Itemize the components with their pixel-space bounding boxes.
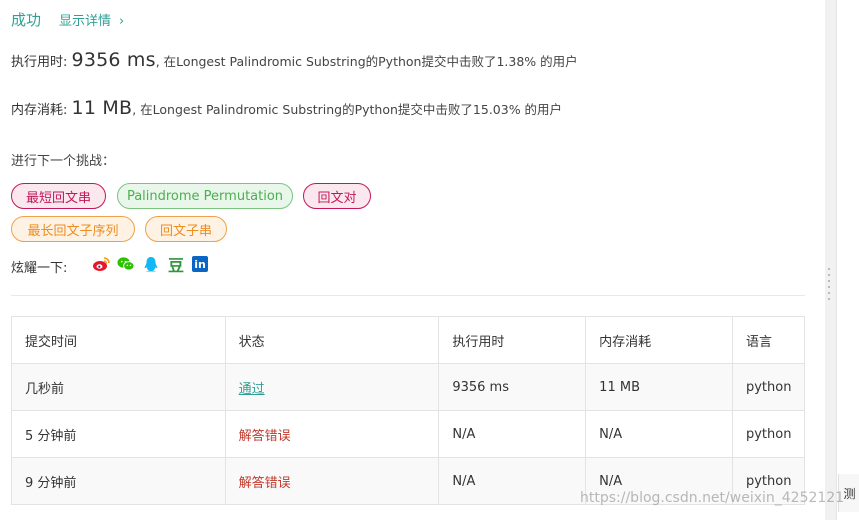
wechat-icon[interactable]: [117, 255, 135, 273]
header-submit-time: 提交时间: [11, 316, 226, 364]
status-link[interactable]: 解答错误: [239, 476, 291, 491]
cell-status: 解答错误: [224, 410, 440, 458]
submission-result-panel: 成功 显示详情 › 执行用时: 9356 ms, 在Longest Palindr…: [0, 0, 825, 520]
drag-handle-icon[interactable]: [828, 268, 830, 300]
qq-icon[interactable]: [142, 255, 160, 273]
header-status: 状态: [224, 316, 440, 364]
memory-desc: , 在Longest Palindromic Substring的Python提…: [132, 102, 563, 117]
runtime-desc: , 在Longest Palindromic Substring的Python提…: [155, 54, 578, 69]
status-row: 成功 显示详情 ›: [11, 9, 124, 30]
weibo-icon[interactable]: [92, 255, 110, 273]
status-link[interactable]: 通过: [239, 382, 265, 397]
submissions-table: 提交时间 状态 执行用时 内存消耗 语言 几秒前 通过 9356 ms 11 M…: [11, 316, 806, 505]
status-result: 成功: [11, 11, 42, 29]
cell-memory: 11 MB: [585, 363, 733, 411]
challenge-tag-longest-palindromic-subsequence[interactable]: 最长回文子序列: [11, 216, 135, 242]
cell-submit-time: 几秒前: [11, 363, 226, 411]
panel-divider: [836, 0, 837, 520]
table-row: 几秒前 通过 9356 ms 11 MB python: [11, 363, 806, 411]
challenge-tag-shortest-palindrome[interactable]: 最短回文串: [11, 183, 106, 209]
cell-runtime: 9356 ms: [438, 363, 587, 411]
cell-status: 解答错误: [224, 457, 440, 505]
cell-runtime: N/A: [438, 457, 587, 505]
challenge-tag-palindrome-permutation[interactable]: Palindrome Permutation: [117, 183, 293, 209]
douban-icon[interactable]: 豆: [167, 255, 185, 275]
share-icons: 豆 in: [92, 255, 208, 275]
runtime-label: 执行用时:: [11, 55, 68, 70]
runtime-metric: 执行用时: 9356 ms, 在Longest Palindromic Subs…: [11, 49, 578, 71]
header-language: 语言: [731, 316, 806, 364]
show-details-link[interactable]: 显示详情 ›: [59, 10, 124, 29]
chevron-right-icon: ›: [119, 14, 125, 29]
cell-submit-time: 5 分钟前: [11, 410, 226, 458]
cell-memory: N/A: [585, 410, 733, 458]
cell-status: 通过: [224, 363, 440, 411]
watermark: https://blog.csdn.net/weixin_4252121: [580, 490, 845, 506]
header-runtime: 执行用时: [438, 316, 587, 364]
cell-language: python: [731, 410, 806, 458]
share-label: 炫耀一下:: [11, 261, 68, 276]
cell-submit-time: 9 分钟前: [11, 457, 226, 505]
runtime-value: 9356 ms: [71, 49, 156, 71]
challenge-tag-palindromic-substrings[interactable]: 回文子串: [145, 216, 227, 242]
table-header-row: 提交时间 状态 执行用时 内存消耗 语言: [11, 316, 806, 364]
memory-metric: 内存消耗: 11 MB, 在Longest Palindromic Substr…: [11, 97, 562, 119]
next-challenge-label: 进行下一个挑战：: [11, 154, 116, 169]
linkedin-icon[interactable]: in: [192, 256, 208, 272]
challenge-tag-palindrome-pairs[interactable]: 回文对: [303, 183, 371, 209]
divider: [11, 295, 805, 296]
memory-value: 11 MB: [71, 97, 133, 119]
status-link[interactable]: 解答错误: [239, 429, 291, 444]
memory-label: 内存消耗:: [11, 103, 68, 118]
cell-runtime: N/A: [438, 410, 587, 458]
table-row: 5 分钟前 解答错误 N/A N/A python: [11, 410, 806, 458]
header-memory: 内存消耗: [585, 316, 733, 364]
cell-language: python: [731, 363, 806, 411]
panel-resize-strip[interactable]: [825, 0, 836, 520]
show-details-label: 显示详情: [59, 14, 112, 29]
